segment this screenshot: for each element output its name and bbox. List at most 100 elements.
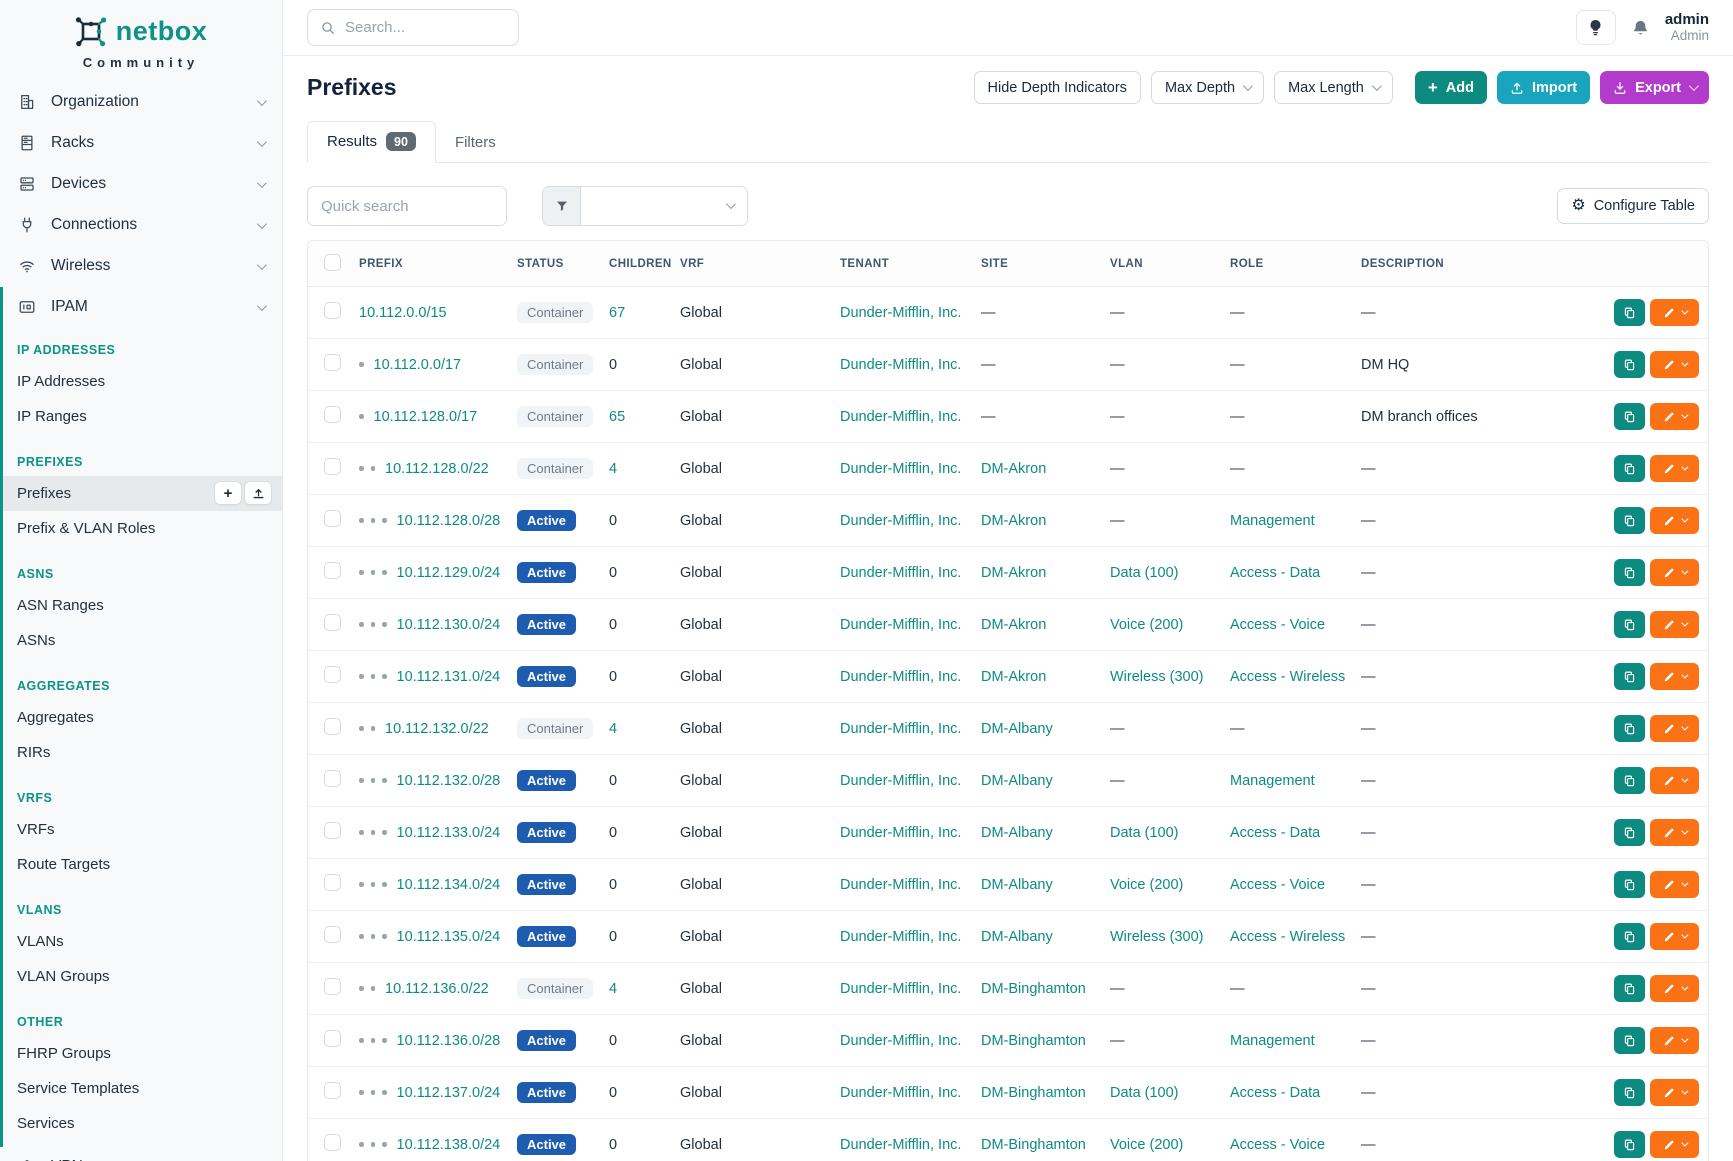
column-header-site[interactable]: SITE (971, 241, 1100, 287)
search-input[interactable] (345, 19, 506, 36)
site-link[interactable]: DM-Binghamton (981, 1085, 1086, 1101)
children-count-link[interactable]: 4 (609, 461, 617, 477)
prefix-link[interactable]: 10.112.129.0/24 (397, 565, 501, 581)
export-button[interactable]: Export (1600, 71, 1709, 104)
tenant-link[interactable]: Dunder-Mifflin, Inc. (840, 1033, 961, 1049)
site-link[interactable]: DM-Akron (981, 461, 1046, 477)
column-header-status[interactable]: STATUS (507, 241, 599, 287)
sidebar-item-ipam[interactable]: IPAM (0, 287, 282, 328)
clone-button[interactable] (1614, 507, 1645, 534)
tenant-link[interactable]: Dunder-Mifflin, Inc. (840, 409, 961, 425)
tab-filters[interactable]: Filters (436, 124, 515, 162)
row-checkbox[interactable] (324, 510, 341, 527)
edit-button[interactable] (1650, 819, 1699, 846)
sidebar-item-devices[interactable]: Devices (0, 164, 282, 205)
children-count-link[interactable]: 67 (609, 305, 625, 321)
prefix-link[interactable]: 10.112.132.0/22 (385, 721, 489, 737)
row-checkbox[interactable] (324, 614, 341, 631)
clone-button[interactable] (1614, 1027, 1645, 1054)
column-header-vrf[interactable]: VRF (670, 241, 830, 287)
edit-button[interactable] (1650, 299, 1699, 326)
role-link[interactable]: Access - Wireless (1230, 929, 1345, 945)
clone-button[interactable] (1614, 819, 1645, 846)
sidebar-item-racks[interactable]: Racks (0, 123, 282, 164)
edit-button[interactable] (1650, 663, 1699, 690)
row-checkbox[interactable] (324, 1134, 341, 1151)
sidebar-item-aggregates[interactable]: Aggregates (0, 700, 282, 735)
vlan-link[interactable]: Data (100) (1110, 565, 1179, 581)
prefix-link[interactable]: 10.112.138.0/24 (397, 1137, 501, 1153)
sidebar-item-service-templates[interactable]: Service Templates (0, 1071, 282, 1106)
tab-results[interactable]: Results 90 (307, 121, 436, 163)
column-header-prefix[interactable]: PREFIX (349, 241, 507, 287)
role-link[interactable]: Access - Voice (1230, 617, 1325, 633)
clone-button[interactable] (1614, 559, 1645, 586)
site-link[interactable]: DM-Akron (981, 669, 1046, 685)
edit-button[interactable] (1650, 1131, 1699, 1158)
prefix-link[interactable]: 10.112.134.0/24 (397, 877, 501, 893)
row-checkbox[interactable] (324, 1082, 341, 1099)
global-search[interactable] (307, 9, 519, 46)
row-checkbox[interactable] (324, 770, 341, 787)
sidebar-item-prefixes[interactable]: Prefixes+ (0, 476, 282, 511)
row-checkbox[interactable] (324, 666, 341, 683)
edit-button[interactable] (1650, 403, 1699, 430)
prefix-link[interactable]: 10.112.0.0/17 (374, 357, 462, 373)
tenant-link[interactable]: Dunder-Mifflin, Inc. (840, 565, 961, 581)
clone-button[interactable] (1614, 871, 1645, 898)
sidebar-item-ip-addresses[interactable]: IP Addresses (0, 364, 282, 399)
edit-button[interactable] (1650, 1079, 1699, 1106)
configure-table-button[interactable]: ⚙ Configure Table (1557, 188, 1709, 224)
role-link[interactable]: Access - Data (1230, 565, 1320, 581)
role-link[interactable]: Access - Data (1230, 825, 1320, 841)
column-header-tenant[interactable]: TENANT (830, 241, 971, 287)
funnel-icon[interactable] (543, 187, 581, 225)
tenant-link[interactable]: Dunder-Mifflin, Inc. (840, 305, 961, 321)
sidebar-item-route-targets[interactable]: Route Targets (0, 847, 282, 882)
site-link[interactable]: DM-Binghamton (981, 981, 1086, 997)
tenant-link[interactable]: Dunder-Mifflin, Inc. (840, 513, 961, 529)
site-link[interactable]: DM-Albany (981, 877, 1053, 893)
theme-toggle-button[interactable] (1576, 10, 1616, 45)
tenant-link[interactable]: Dunder-Mifflin, Inc. (840, 773, 961, 789)
clone-button[interactable] (1614, 923, 1645, 950)
sidebar-item-vlan-groups[interactable]: VLAN Groups (0, 959, 282, 994)
edit-button[interactable] (1650, 1027, 1699, 1054)
children-count-link[interactable]: 4 (609, 981, 617, 997)
role-link[interactable]: Access - Data (1230, 1085, 1320, 1101)
prefix-link[interactable]: 10.112.133.0/24 (397, 825, 501, 841)
role-link[interactable]: Management (1230, 773, 1315, 789)
clone-button[interactable] (1614, 975, 1645, 1002)
row-checkbox[interactable] (324, 562, 341, 579)
site-link[interactable]: DM-Akron (981, 513, 1046, 529)
select-all-checkbox[interactable] (324, 254, 341, 271)
role-link[interactable]: Access - Wireless (1230, 669, 1345, 685)
tenant-link[interactable]: Dunder-Mifflin, Inc. (840, 929, 961, 945)
edit-button[interactable] (1650, 767, 1699, 794)
max-length-dropdown[interactable]: Max Length (1274, 71, 1393, 104)
brand[interactable]: netbox Community (0, 0, 282, 82)
row-checkbox[interactable] (324, 302, 341, 319)
vlan-link[interactable]: Wireless (300) (1110, 929, 1203, 945)
site-link[interactable]: DM-Binghamton (981, 1137, 1086, 1153)
row-checkbox[interactable] (324, 354, 341, 371)
sidebar-item-asn-ranges[interactable]: ASN Ranges (0, 588, 282, 623)
sidebar-item-organization[interactable]: Organization (0, 82, 282, 123)
prefix-link[interactable]: 10.112.135.0/24 (397, 929, 501, 945)
edit-button[interactable] (1650, 923, 1699, 950)
tenant-link[interactable]: Dunder-Mifflin, Inc. (840, 617, 961, 633)
sidebar-item-vrfs[interactable]: VRFs (0, 812, 282, 847)
clone-button[interactable] (1614, 611, 1645, 638)
column-header-description[interactable]: DESCRIPTION (1351, 241, 1604, 287)
vlan-link[interactable]: Voice (200) (1110, 877, 1183, 893)
edit-button[interactable] (1650, 611, 1699, 638)
import-button[interactable]: Import (1497, 71, 1590, 104)
vlan-link[interactable]: Voice (200) (1110, 1137, 1183, 1153)
clone-button[interactable] (1614, 767, 1645, 794)
tenant-link[interactable]: Dunder-Mifflin, Inc. (840, 877, 961, 893)
prefix-link[interactable]: 10.112.136.0/28 (397, 1033, 501, 1049)
edit-button[interactable] (1650, 351, 1699, 378)
sidebar-item-vlans[interactable]: VLANs (0, 924, 282, 959)
prefix-link[interactable]: 10.112.137.0/24 (397, 1085, 501, 1101)
sidebar-item-fhrp-groups[interactable]: FHRP Groups (0, 1036, 282, 1071)
